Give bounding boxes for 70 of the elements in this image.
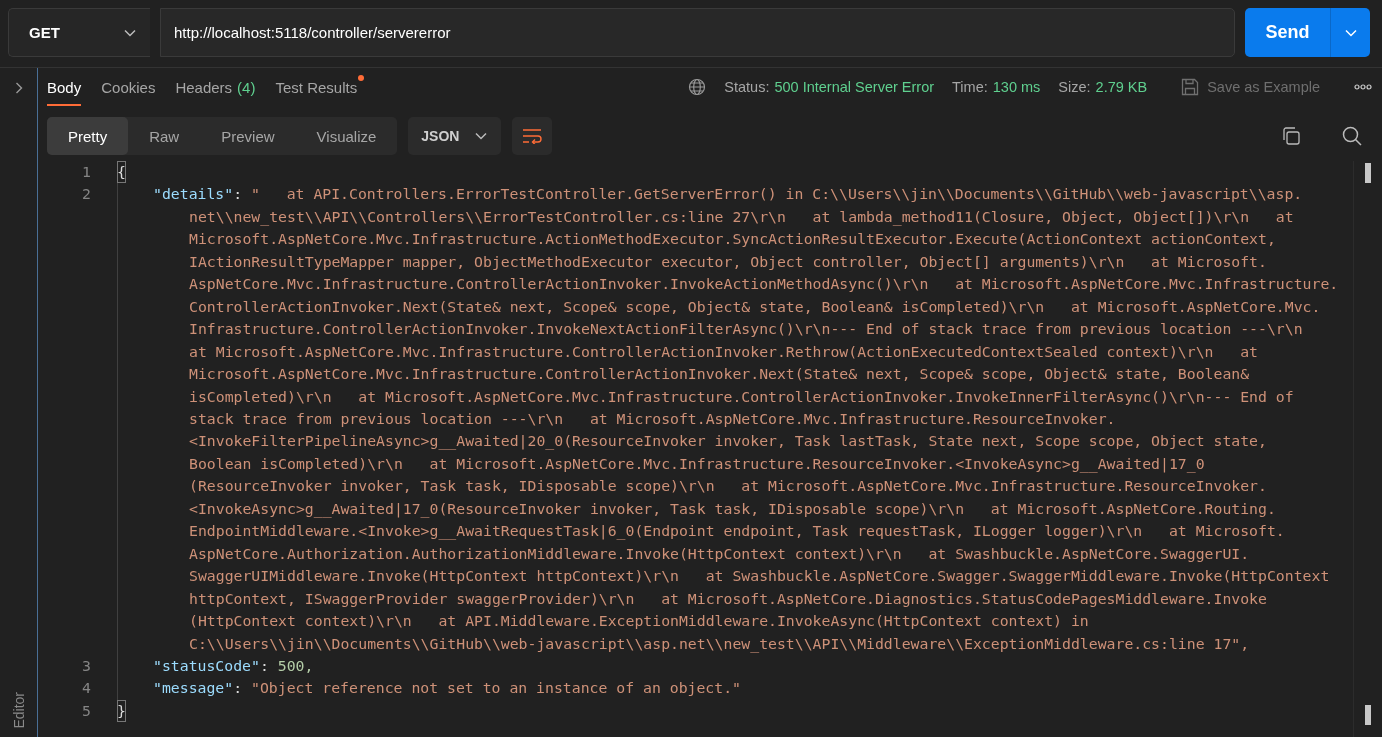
json-string: (ResourceInvoker invoker, Task task, IDisposable scope)\r\n at Microsoft.AspNetCore.Mvc.Infrastructure.ResourceInvoker. <box>189 476 1267 497</box>
copy-icon[interactable] <box>1281 126 1301 146</box>
chevron-down-icon <box>1344 28 1357 37</box>
json-brace: { <box>117 161 126 184</box>
view-mode-option[interactable]: Pretty <box>47 117 129 155</box>
meta-label: Size: <box>1058 79 1091 95</box>
wrap-lines-button[interactable] <box>512 117 553 155</box>
tab-count: (4) <box>237 78 256 96</box>
line-number: 2 <box>81 184 91 205</box>
json-brace: } <box>117 699 126 723</box>
json-key: "details" <box>153 183 234 206</box>
format-dropdown[interactable]: JSON <box>408 117 502 155</box>
json-string: " at API.Controllers.ErrorTestController.GetServerError() in C:\\Users\\jin\\Documents\\GitHub\\web-javascript\\asp. <box>251 184 1303 205</box>
view-mode-option[interactable]: Visualize <box>295 117 398 155</box>
json-string: Microsoft.AspNetCore.Mvc.Infrastructure.ControllerActionInvoker.Next(State& next, Scope& scope, Object& state, Boolean& <box>189 364 1250 385</box>
more-icon[interactable] <box>1354 84 1372 90</box>
view-mode-option[interactable]: Raw <box>128 117 201 155</box>
view-mode-option[interactable]: Preview <box>200 117 296 155</box>
meta-value: 500 Internal Server Error <box>774 79 935 95</box>
json-string: (HttpContext context)\r\n at API.Middleware.ExceptionMiddleware.InvokeAsync(HttpContext context) in <box>189 611 1089 632</box>
chevron-right-icon[interactable] <box>14 82 23 94</box>
response-tab[interactable]: Test Results <box>275 68 365 106</box>
json-string: isCompleted)\r\n at Microsoft.AspNetCore.Mvc.Infrastructure.ControllerActionInvoker.InvokeInnerFilterAsync()\r\n--- End of <box>189 386 1294 407</box>
response-tab[interactable]: Cookies <box>101 68 156 106</box>
json-string: ControllerActionInvoker.Next(State& next, Scope& scope, Object& state, Boolean& isCompleted)\r\n at Microsoft.AspNetCore.Mvc. <box>189 296 1321 317</box>
line-number: 1 <box>81 162 91 182</box>
tab-label: Test Results <box>275 78 358 96</box>
line-number: 5 <box>81 700 91 721</box>
tab-label: Body <box>47 78 82 96</box>
meta-label: Time: <box>952 79 988 95</box>
json-key: "message" <box>153 677 234 700</box>
globe-icon[interactable] <box>688 78 707 96</box>
json-string: "Object reference not set to an instance of an object." <box>251 678 741 699</box>
json-string: EndpointMiddleware.<Invoke>g__AwaitRequestTask|6_0(Endpoint endpoint, Task requestTask, ILogger logger)\r\n at Microsoft. <box>189 521 1285 542</box>
chevron-down-icon <box>475 132 488 140</box>
json-string: Microsoft.AspNetCore.Mvc.Infrastructure.ActionMethodExecutor.SyncActionResultExecutor.Execute(ActionContext actionContext, <box>189 229 1276 250</box>
json-string: net\\new_test\\API\\Controllers\\ErrorTestController.cs:line 27\r\n at lambda_method11(Closure, Object, Object[])\r\n at <box>189 206 1294 228</box>
json-colon: : <box>233 184 243 205</box>
tab-label: Cookies <box>101 78 156 96</box>
meta-label: Status: <box>724 79 770 95</box>
line-number: 3 <box>81 655 91 676</box>
json-string: IActionResultTypeMapper mapper, ObjectMethodExecutor executor, Object controller, Object[] arguments)\r\n at Microsoft. <box>189 251 1267 272</box>
json-string: at Microsoft.AspNetCore.Mvc.Infrastructure.ControllerActionInvoker.Rethrow(ActionExecutedContextSealed context)\r\n at <box>189 341 1259 362</box>
json-string: SwaggerUIMiddleware.Invoke(HttpContext httpContext)\r\n at Swashbuckle.AspNetCore.Swagger.SwaggerMiddleware.Invoke(HttpContext <box>189 566 1330 587</box>
json-colon: : <box>233 678 243 699</box>
json-string: Boolean isCompleted)\r\n at Microsoft.AspNetCore.Mvc.Infrastructure.ResourceInvoker.<InvokeAsync>g__Awaited|17_0 <box>189 453 1205 475</box>
json-string: AspNetCore.Mvc.Infrastructure.ControllerActionInvoker.InvokeActionMethodAsync()\r\n at Microsoft.AspNetCore.Mvc.Infrastructure. <box>189 274 1339 295</box>
chevron-down-icon <box>124 28 136 37</box>
json-string: Infrastructure.ControllerActionInvoker.InvokeNextActionFilterAsync()\r\n--- End of stack trace from previous location ---\r\n <box>189 319 1303 340</box>
url-field[interactable]: http://localhost:5118/controller/servererror <box>160 8 1235 57</box>
json-string: C:\\Users\\jin\\Documents\\GitHub\\web-javascript\\asp.net\\new_test\\API\\Middleware\\ExceptionMiddleware.cs:line 17", <box>189 633 1250 655</box>
meta-value: 130 ms <box>992 79 1041 95</box>
response-tab[interactable]: Headers (4) <box>175 68 256 106</box>
method-dropdown[interactable]: GET <box>8 8 150 57</box>
wrap-lines-icon <box>522 128 543 144</box>
tab-label: Headers <box>175 78 233 96</box>
search-icon[interactable] <box>1342 126 1362 146</box>
line-number: 4 <box>81 678 91 699</box>
json-string: stack trace from previous location ---\r\n at Microsoft.AspNetCore.Mvc.Infrastructure.ResourceInvoker. <box>189 409 1116 429</box>
json-colon: : <box>259 655 269 676</box>
send-button[interactable]: Send <box>1245 8 1330 57</box>
json-string: <InvokeAsync>g__Awaited|17_0(ResourceInvoker invoker, Task task, IDisposable scope)\r\n at Microsoft.AspNetCore.Routing. <box>189 498 1276 520</box>
json-key: "statusCode" <box>153 654 260 678</box>
meta-value: 2.79 KB <box>1095 79 1148 95</box>
json-number: 500, <box>277 655 314 676</box>
editor-panel-tab[interactable]: Editor <box>10 692 27 729</box>
json-string: httpContext, ISwaggerProvider swaggerProvider)\r\n at Microsoft.AspNetCore.Diagnostics.StatusCodePagesMiddleware.Invoke <box>189 588 1267 609</box>
json-string: AspNetCore.Authorization.AuthorizationMiddleware.Invoke(HttpContext context)\r\n at Swashbuckle.AspNetCore.SwaggerUI. <box>189 543 1250 564</box>
response-tab[interactable]: Body <box>47 68 82 106</box>
json-string: <InvokeFilterPipelineAsync>g__Awaited|20_0(ResourceInvoker invoker, Task lastTask, State next, Scope scope, Object state, <box>189 431 1267 452</box>
